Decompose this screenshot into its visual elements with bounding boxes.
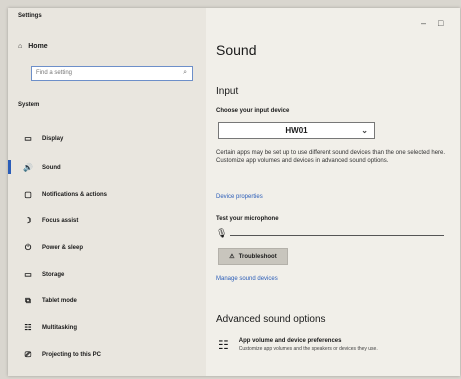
home-label: Home — [28, 43, 48, 50]
home-icon: ⌂ — [18, 43, 23, 50]
input-device-label: Choose your input device — [216, 108, 290, 114]
sidebar-item-focus-assist[interactable]: ☽ Focus assist — [22, 216, 78, 225]
search-placeholder: Find a setting — [36, 70, 73, 76]
input-description: Certain apps may be set up to use differ… — [216, 150, 446, 164]
microphone-icon: 🎙 — [216, 228, 228, 238]
sidebar-item-power[interactable]: ⏻ Power & sleep — [22, 243, 83, 253]
projecting-icon: ⎚ — [24, 350, 32, 359]
content-pane: – □ Sound Input Choose your input device… — [206, 8, 460, 376]
search-icon[interactable]: ⌕ — [183, 69, 187, 77]
input-device-select[interactable]: HW01 ⌄ — [218, 122, 375, 139]
mic-level-meter: 🎙 — [216, 228, 444, 240]
warning-icon: ⚠ — [229, 254, 235, 260]
sidebar-item-tablet-mode[interactable]: ⧉ Tablet mode — [22, 296, 77, 306]
sidebar-item-projecting[interactable]: ⎚ Projecting to this PC — [22, 350, 101, 360]
sidebar-home[interactable]: ⌂ Home — [18, 43, 48, 50]
sidebar-item-label: Notifications & actions — [42, 191, 108, 198]
troubleshoot-button[interactable]: ⚠ Troubleshoot — [218, 248, 288, 265]
app-volume-description: Customize app volumes and the speakers o… — [238, 346, 378, 352]
sidebar-item-label: Display — [42, 135, 64, 142]
sidebar-item-label: Focus assist — [42, 217, 79, 224]
mixer-icon: ☷ — [218, 338, 229, 352]
advanced-heading: Advanced sound options — [216, 314, 326, 325]
page-title: Sound — [216, 42, 257, 58]
power-icon: ⏻ — [24, 243, 32, 252]
active-indicator — [8, 160, 11, 174]
mic-test-label: Test your microphone — [216, 216, 279, 222]
window-title: Settings — [18, 13, 42, 19]
sidebar-item-multitasking[interactable]: ☷ Multitasking — [22, 323, 77, 332]
manage-sound-devices-link[interactable]: Manage sound devices — [216, 276, 278, 282]
app-volume-title: App volume and device preferences — [238, 338, 342, 344]
section-heading: System — [18, 102, 40, 108]
tablet-mode-icon: ⧉ — [25, 296, 31, 305]
sidebar-item-label: Sound — [42, 164, 61, 171]
sidebar-item-label: Multitasking — [42, 324, 78, 331]
device-properties-link[interactable]: Device properties — [216, 194, 263, 200]
sidebar: Settings ⌂ Home Find a setting ⌕ System … — [8, 8, 206, 376]
minimize-button[interactable]: – — [421, 18, 426, 28]
focus-assist-icon: ☽ — [24, 216, 32, 225]
notifications-icon: ▢ — [24, 190, 32, 199]
sidebar-item-sound[interactable]: 🔊 Sound — [22, 163, 61, 172]
multitasking-icon: ☷ — [24, 323, 32, 332]
search-input[interactable]: Find a setting ⌕ — [31, 66, 193, 81]
sidebar-item-label: Tablet mode — [42, 298, 77, 304]
sidebar-item-notifications[interactable]: ▢ Notifications & actions — [22, 190, 107, 199]
sidebar-item-storage[interactable]: ▭ Storage — [22, 270, 64, 279]
app-volume-preferences[interactable]: ☷ App volume and device preferences Cust… — [218, 338, 378, 352]
chevron-down-icon: ⌄ — [361, 126, 368, 135]
troubleshoot-label: Troubleshoot — [238, 253, 277, 260]
sidebar-item-label: Projecting to this PC — [42, 352, 102, 358]
mic-level-track — [230, 235, 444, 236]
input-heading: Input — [216, 86, 239, 97]
sidebar-item-label: Power & sleep — [42, 245, 84, 251]
maximize-button[interactable]: □ — [438, 18, 443, 28]
sidebar-item-display[interactable]: ▭ Display — [22, 134, 63, 143]
storage-icon: ▭ — [24, 270, 32, 279]
settings-window: Settings ⌂ Home Find a setting ⌕ System … — [8, 8, 460, 376]
sidebar-item-label: Storage — [42, 271, 65, 278]
input-device-value: HW01 — [285, 126, 308, 135]
speaker-icon: 🔊 — [23, 163, 33, 172]
display-icon: ▭ — [24, 134, 32, 143]
